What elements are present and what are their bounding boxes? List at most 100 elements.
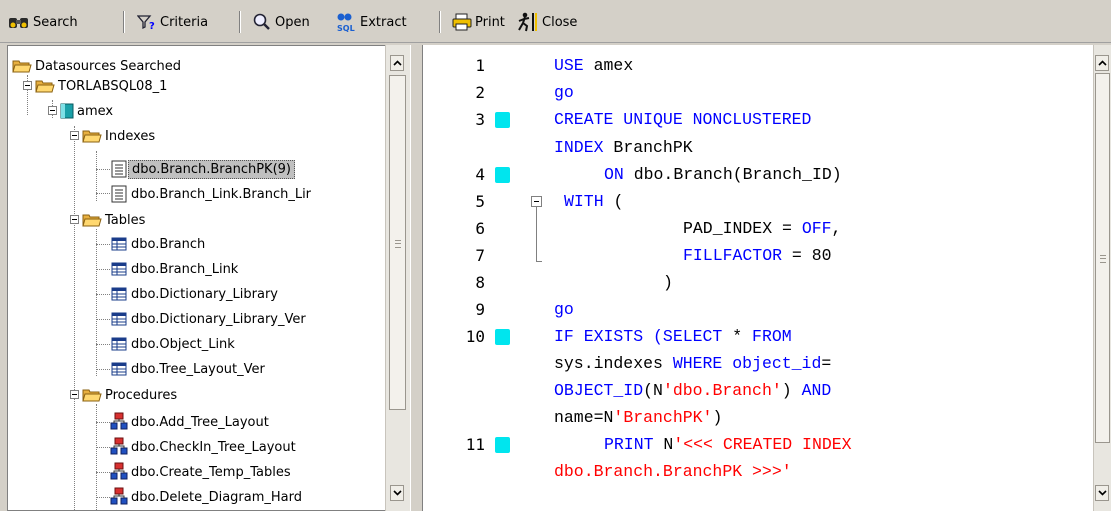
breakpoint-marker[interactable] [495,329,510,345]
code-identifier: ) [712,408,723,427]
code-line: USE amex [554,56,633,75]
code-line: ON dbo.Branch(Branch_ID) [604,165,842,184]
tree-line [96,319,110,320]
code-identifier: sys.indexes [554,354,673,373]
tree-node-label: amex [77,103,114,119]
code-identifier: (N [643,381,663,400]
code-identifier: * [722,327,753,346]
tree-line [96,422,110,423]
tree-node-tables-folder[interactable]: Tables [82,209,148,231]
tree-line [96,269,110,270]
scroll-up-button[interactable] [390,55,404,71]
tree-line [96,472,110,473]
line-number: 1 [475,56,485,75]
print-button[interactable]: Print [452,11,505,33]
tree-node-table[interactable]: dbo.Tree_Layout_Ver [110,358,268,380]
open-folder-icon [82,214,102,227]
tree-node-table[interactable]: dbo.Object_Link [110,333,238,355]
code-line: name=N'BranchPK') [554,408,722,427]
line-number: 6 [475,219,485,238]
table-icon [111,312,127,326]
code-identifier: ( [603,192,624,211]
code-line: FILLFACTOR = 80 [683,246,832,265]
magnifier-icon [253,13,270,30]
tree-line [96,294,110,295]
sql-editor[interactable]: 1 2 3 4 5 6 7 8 9 10 11 USE amex go CREA… [423,45,1093,511]
line-number: 10 [465,327,485,346]
scroll-up-button[interactable] [1095,55,1109,71]
tree-scrollbar[interactable] [385,45,410,511]
database-icon [60,103,74,119]
tree-node-procedure[interactable]: dbo.Create_Temp_Tables [110,461,294,483]
tree-node-procedure[interactable]: dbo.Add_Tree_Layout [110,411,272,433]
tree-node-table[interactable]: dbo.Branch [110,233,208,255]
tree-node-table[interactable]: dbo.Branch_Link [110,258,241,280]
collapse-toggle[interactable] [70,131,79,140]
code-string: 'dbo.Branch' [662,381,782,400]
tree-node-index[interactable]: dbo.Branch_Link.Branch_Lir [110,183,314,205]
code-identifier: = [821,354,832,373]
code-identifier: BranchPK [603,138,693,157]
breakpoint-marker[interactable] [495,112,510,128]
tree-node-procedures-folder[interactable]: Procedures [82,384,180,406]
tree-line [96,244,110,245]
open-button[interactable]: Open [252,11,310,33]
tree-line [96,404,97,510]
line-number: 3 [475,110,485,129]
code-string: dbo.Branch.BranchPK >>>' [554,462,792,481]
open-folder-icon [35,80,55,93]
toolbar-separator [439,11,441,33]
close-button[interactable]: Close [517,11,577,33]
sql-extract-icon: SQL [337,13,355,32]
tree-node-procedure[interactable]: dbo.Delete_Diagram_Hard [110,486,305,508]
scroll-thumb[interactable] [1095,73,1110,443]
breakpoint-marker[interactable] [495,437,510,453]
scroll-thumb[interactable] [389,75,406,410]
collapse-toggle[interactable] [23,81,32,90]
tree-node-label: dbo.Object_Link [131,336,235,352]
printer-icon [452,13,472,31]
fold-collapse-icon[interactable] [531,196,542,207]
tree-node-database[interactable]: amex [60,100,116,122]
code-identifier: , [831,219,842,238]
tree-node-indexes-folder[interactable]: Indexes [82,125,158,147]
tree-node-label: Procedures [105,387,178,403]
scroll-down-button[interactable] [390,485,404,501]
breakpoint-marker[interactable] [495,167,510,183]
tree-node-index[interactable]: dbo.Branch.BranchPK(9) [110,158,295,180]
tree-line [96,497,110,498]
datasource-tree[interactable]: Datasources Searched TORLABSQL08_1 amex … [7,45,412,511]
tree-line [96,229,97,376]
code-identifier: = 80 [782,246,832,265]
code-keyword: AND [801,381,832,400]
table-icon [111,262,127,276]
code-keyword: WITH [564,192,604,211]
code-keyword: CREATE UNIQUE NONCLUSTERED [554,110,812,129]
scroll-down-button[interactable] [1095,485,1109,501]
code-keyword: INDEX [554,138,604,157]
search-button[interactable]: Search [8,11,78,33]
tree-node-procedure[interactable]: dbo.CheckIn_Tree_Layout [110,436,299,458]
code-identifier: ) [663,273,673,292]
tree-node-server[interactable]: TORLABSQL08_1 [35,75,170,97]
toolbar-separator [239,11,241,33]
extract-button[interactable]: SQL Extract [335,11,407,33]
code-line: sys.indexes WHERE object_id= [554,354,831,373]
code-keyword: ON [604,165,624,184]
editor-scrollbar[interactable] [1093,45,1111,511]
collapse-toggle[interactable] [48,106,57,115]
tree-line [96,169,110,170]
exit-figure-icon [518,12,537,32]
collapse-toggle[interactable] [70,390,79,399]
tree-node-table[interactable]: dbo.Dictionary_Library [110,283,281,305]
pane-splitter[interactable] [410,45,423,511]
tree-node-table[interactable]: dbo.Dictionary_Library_Ver [110,308,309,330]
criteria-button[interactable]: ? Criteria [137,11,208,33]
line-number: 2 [475,83,485,102]
tree-node-label: dbo.Tree_Layout_Ver [131,361,265,377]
table-icon [111,337,127,351]
code-line: go [554,83,574,102]
collapse-toggle[interactable] [70,215,79,224]
tree-node-label: Datasources Searched [35,58,182,74]
tree-node-root[interactable]: Datasources Searched [12,55,184,77]
